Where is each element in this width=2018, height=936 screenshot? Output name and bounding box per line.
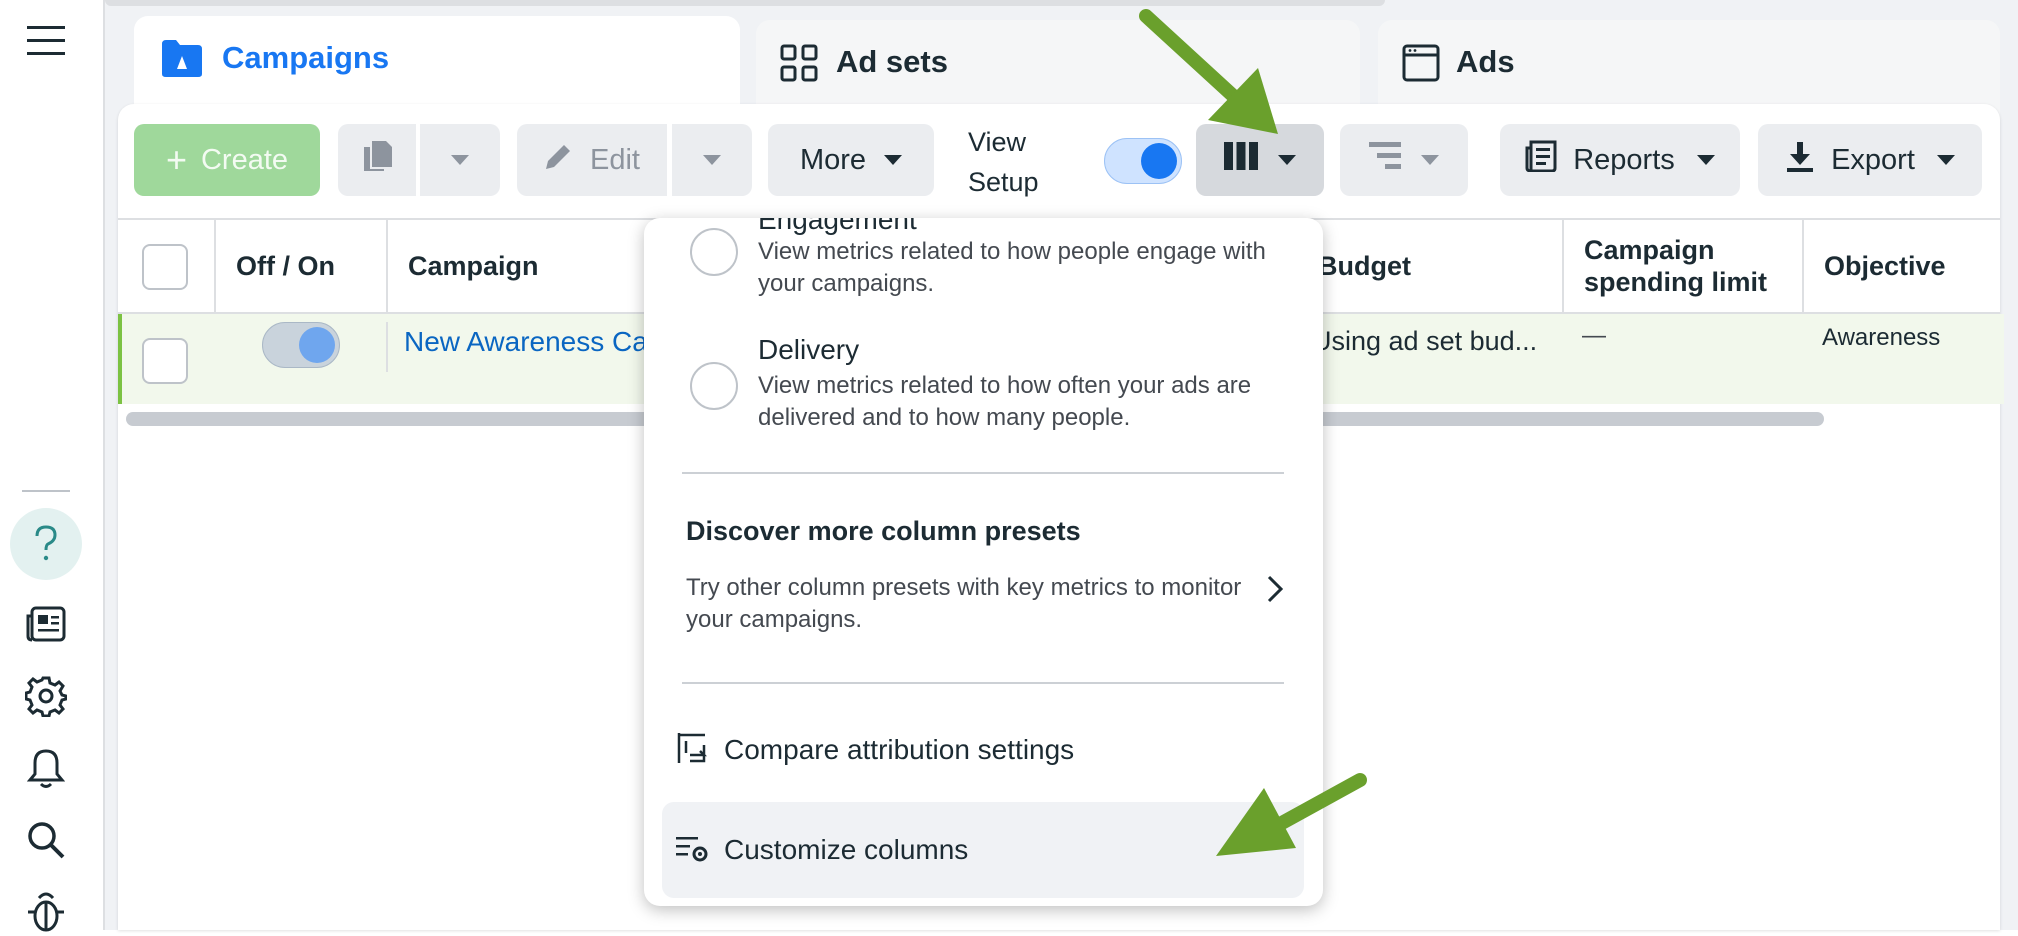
col-divider <box>386 322 388 372</box>
header-off-on[interactable]: Off / On <box>236 218 335 314</box>
campaign-status-knob <box>299 327 335 363</box>
view-setup-line1: View <box>968 127 1027 157</box>
ads-window-icon <box>1402 44 1440 87</box>
header-campaign[interactable]: Campaign <box>408 218 539 314</box>
engagement-desc: View metrics related to how people engag… <box>758 238 1266 297</box>
header-budget[interactable]: Budget <box>1318 218 1411 314</box>
pencil-icon <box>544 141 574 179</box>
export-label: Export <box>1831 143 1915 176</box>
left-rail <box>0 0 105 932</box>
chevron-down-icon <box>1421 155 1439 165</box>
customize-columns-label: Customize columns <box>724 834 969 865</box>
gear-icon[interactable] <box>20 670 72 722</box>
help-icon[interactable] <box>10 508 82 580</box>
reports-icon <box>1525 140 1557 180</box>
duplicate-dropdown[interactable] <box>420 124 500 196</box>
compare-attribution-label: Compare attribution settings <box>724 734 1075 765</box>
breakdown-icon <box>1369 142 1401 178</box>
menu-icon[interactable] <box>20 14 72 66</box>
col-divider <box>386 218 388 314</box>
export-button[interactable]: Export <box>1758 124 1982 196</box>
campaign-status-toggle[interactable] <box>262 322 340 368</box>
adsets-grid-icon <box>780 44 818 87</box>
rail-divider <box>22 490 70 492</box>
compare-attribution-icon <box>676 731 708 770</box>
edit-button[interactable]: Edit <box>517 124 667 196</box>
chevron-down-icon <box>884 155 903 165</box>
plus-icon: + <box>165 139 187 180</box>
chevron-right-icon[interactable] <box>1266 574 1284 609</box>
campaign-name-link[interactable]: New Awareness Ca <box>404 326 648 358</box>
more-label: More <box>799 143 867 176</box>
chevron-down-icon <box>1696 155 1715 165</box>
annotation-arrow-columns <box>1139 9 1278 134</box>
row-checkbox[interactable] <box>142 338 188 384</box>
header-objective[interactable]: Objective <box>1824 218 1946 314</box>
campaign-objective: Awareness <box>1822 324 1941 351</box>
more-button[interactable]: More <box>768 124 934 196</box>
select-all-checkbox[interactable] <box>142 244 188 290</box>
header-spending-limit[interactable]: Campaign spending limit <box>1584 218 1767 314</box>
delivery-radio[interactable] <box>690 362 738 410</box>
chevron-down-icon <box>451 155 469 165</box>
reports-button[interactable]: Reports <box>1500 124 1740 196</box>
create-label: Create <box>200 143 289 176</box>
tab-adsets-label: Ad sets <box>836 44 948 79</box>
view-setup-line2: Setup <box>968 167 1039 197</box>
discover-title: Discover more column presets <box>686 516 1081 546</box>
edit-dropdown[interactable] <box>672 124 752 196</box>
bell-icon[interactable] <box>20 742 72 794</box>
engagement-radio[interactable] <box>690 228 738 276</box>
header-spending-limit-line2: spending limit <box>1584 267 1768 297</box>
duplicate-button[interactable] <box>338 124 416 196</box>
search-icon[interactable] <box>20 814 72 866</box>
edit-label: Edit <box>590 143 640 176</box>
header-spending-limit-line1: Campaign <box>1584 235 1715 265</box>
breakdown-button[interactable] <box>1340 124 1468 196</box>
discover-desc[interactable]: Try other column presets with key metric… <box>686 572 1246 636</box>
chevron-down-icon <box>703 155 721 165</box>
campaign-spending-limit: — <box>1582 322 1606 349</box>
delivery-title: Delivery <box>758 334 860 365</box>
engagement-title: Engagement <box>758 218 917 235</box>
tab-ads-label: Ads <box>1456 44 1515 79</box>
download-icon <box>1785 140 1815 180</box>
create-button[interactable]: + Create <box>134 124 320 196</box>
menu-divider <box>682 682 1284 684</box>
customize-columns-icon <box>676 833 708 868</box>
annotation-arrow-customize <box>1216 773 1367 856</box>
chevron-down-icon <box>1278 155 1296 165</box>
campaigns-folder-icon <box>160 38 204 83</box>
view-setup-label: View Setup <box>968 122 1039 202</box>
bug-icon[interactable] <box>20 884 72 936</box>
news-icon[interactable] <box>20 598 72 650</box>
reports-label: Reports <box>1573 143 1675 176</box>
duplicate-icon <box>360 139 394 181</box>
campaign-budget: Using ad set bud... <box>1312 326 1538 356</box>
menu-divider <box>682 472 1284 474</box>
tab-campaigns-label: Campaigns <box>222 40 390 75</box>
chevron-down-icon <box>1936 155 1955 165</box>
delivery-desc: View metrics related to how often your a… <box>758 372 1252 431</box>
